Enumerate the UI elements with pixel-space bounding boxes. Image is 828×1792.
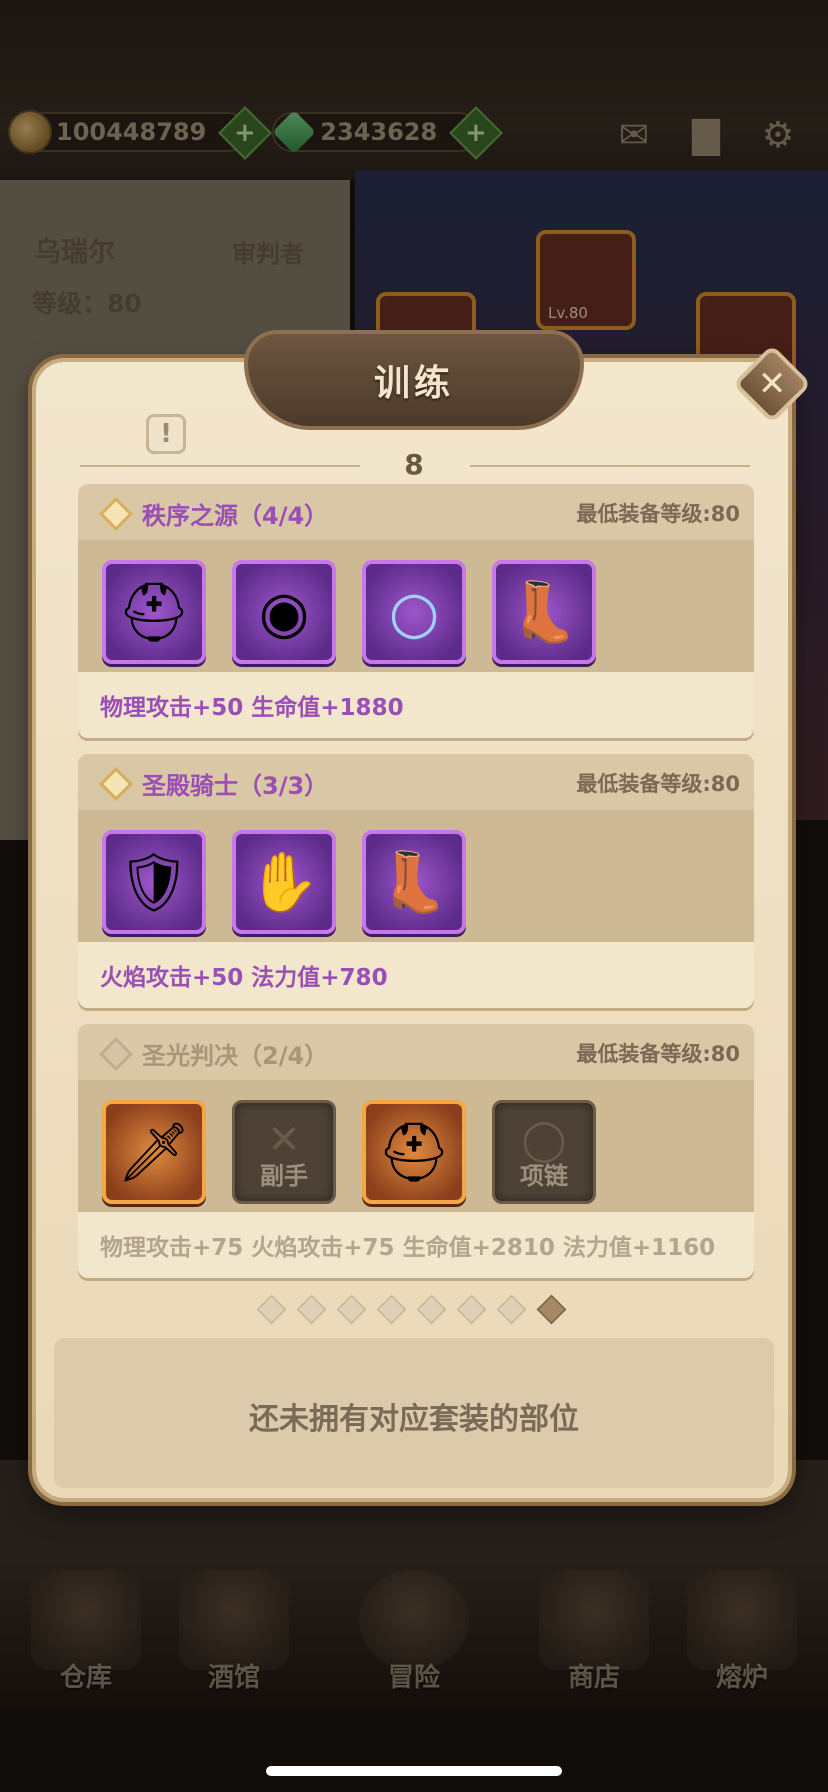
modal-title-banner: 训练 [244, 330, 584, 430]
page-dot[interactable] [296, 1294, 327, 1325]
set-name: 秩序之源（4/4） [142, 502, 329, 530]
set-card: 圣光判决（2/4） 最低装备等级:80 🗡 ✕ 副手 ⛑ ◯ 项链 物理攻击+7… [78, 1024, 754, 1278]
equipment-slot[interactable]: ○ [362, 560, 466, 664]
slot-label: 项链 [520, 1162, 568, 1190]
divider [470, 465, 750, 467]
info-button[interactable]: ! [146, 414, 186, 454]
equipment-slot[interactable]: 🗡 [102, 1100, 206, 1204]
set-name: 圣光判决（2/4） [142, 1042, 329, 1070]
page-dot[interactable] [256, 1294, 287, 1325]
set-min-level: 最低装备等级:80 [576, 502, 740, 526]
empty-message: 还未拥有对应套装的部位 [249, 1402, 579, 1437]
set-min-level: 最低装备等级:80 [576, 1042, 740, 1066]
set-active-icon [99, 767, 133, 801]
page-dot[interactable] [376, 1294, 407, 1325]
set-inactive-icon [99, 1037, 133, 1071]
empty-message-panel: 还未拥有对应套装的部位 [54, 1338, 774, 1488]
divider [80, 465, 360, 467]
page-dot[interactable] [456, 1294, 487, 1325]
set-bonus: 物理攻击+75 火焰攻击+75 生命值+2810 法力值+1160 [100, 1235, 716, 1261]
armor-icon: 🛡 [117, 848, 191, 916]
set-card: 秩序之源（4/4） 最低装备等级:80 ⛑ ◉ ○ 👢 物理攻击+50 生命值+… [78, 484, 754, 738]
set-min-level: 最低装备等级:80 [576, 772, 740, 796]
boot-icon: 👢 [377, 848, 451, 916]
equipment-slot[interactable]: ⛑ [362, 1100, 466, 1204]
equipment-slot-empty[interactable]: ◯ 项链 [492, 1100, 596, 1204]
equipment-slot-empty[interactable]: ✕ 副手 [232, 1100, 336, 1204]
helmet-icon: ⛑ [377, 1118, 451, 1186]
sword-icon: 🗡 [117, 1118, 191, 1186]
page-indicator [256, 1294, 567, 1325]
equipment-slot[interactable]: ◉ [232, 560, 336, 664]
amulet-icon: ◉ [258, 578, 310, 646]
ring-icon: ○ [388, 578, 440, 646]
equipment-slot[interactable]: 🛡 [102, 830, 206, 934]
page-dot[interactable] [416, 1294, 447, 1325]
set-bonus: 火焰攻击+50 法力值+780 [100, 965, 388, 991]
page-dot-active[interactable] [536, 1294, 567, 1325]
set-card: 圣殿骑士（3/3） 最低装备等级:80 🛡 ✋ 👢 火焰攻击+50 法力值+78… [78, 754, 754, 1008]
slot-label: 副手 [260, 1162, 308, 1190]
boot-icon: 👢 [507, 578, 581, 646]
equipment-slot[interactable]: ⛑ [102, 560, 206, 664]
modal-title: 训练 [373, 363, 454, 404]
gauntlet-icon: ✋ [247, 848, 321, 916]
equipment-slot[interactable]: 👢 [362, 830, 466, 934]
home-indicator[interactable] [266, 1766, 562, 1776]
page-dot[interactable] [496, 1294, 527, 1325]
equipment-slot[interactable]: ✋ [232, 830, 336, 934]
set-bonus: 物理攻击+50 生命值+1880 [100, 695, 404, 721]
set-name: 圣殿骑士（3/3） [142, 772, 329, 800]
set-active-icon [99, 497, 133, 531]
page-dot[interactable] [336, 1294, 367, 1325]
helmet-icon: ⛑ [117, 578, 191, 646]
close-icon: ✕ [757, 364, 787, 404]
equipment-slot[interactable]: 👢 [492, 560, 596, 664]
page-number: 8 [404, 448, 424, 481]
